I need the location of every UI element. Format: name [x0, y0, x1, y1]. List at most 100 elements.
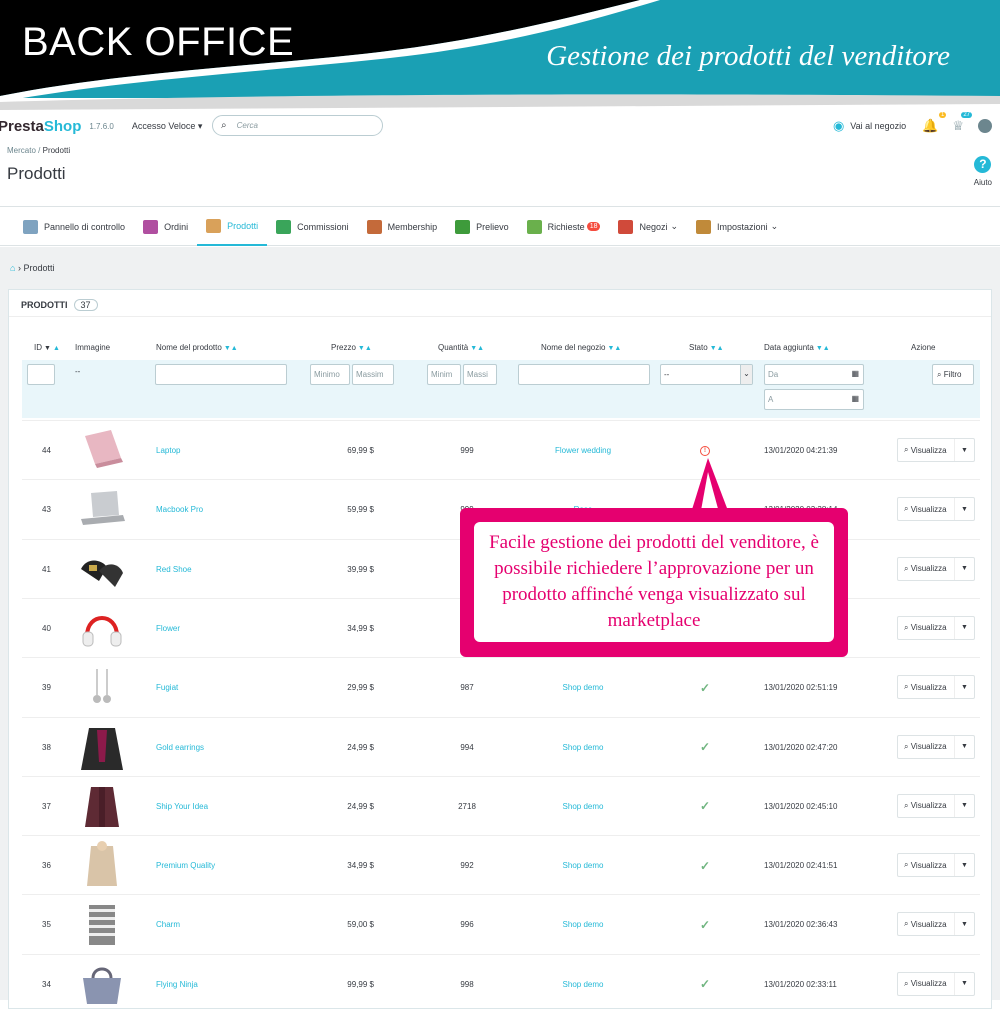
col-shop[interactable]: Nome del negozio ▼▲ [541, 343, 621, 352]
table-row[interactable]: 37 Ship Your Idea 24,99 $ 2718 Shop demo ✓ 13/… [22, 775, 980, 836]
product-name-link[interactable]: Flower [156, 599, 180, 658]
product-name-link[interactable]: Flying Ninja [156, 955, 198, 1014]
product-name-link[interactable]: Red Shoe [156, 540, 192, 599]
status-cell[interactable]: ✓ [690, 836, 720, 895]
col-id[interactable]: ID ▼ ▲ [34, 343, 60, 352]
caret-down-icon[interactable]: ▼ [954, 439, 974, 461]
caret-down-icon[interactable]: ▼ [954, 557, 974, 580]
nav-item-ordini[interactable]: Ordini [134, 207, 197, 246]
col-date[interactable]: Data aggiunta ▼▲ [764, 343, 830, 352]
col-quantity[interactable]: Quantità ▼▲ [438, 343, 484, 352]
col-status[interactable]: Stato ▼▲ [689, 343, 724, 352]
filter-date-from[interactable]: Da ▦ [764, 364, 864, 385]
shop-name-link[interactable]: Shop demo [522, 836, 644, 895]
filter-qty-max[interactable]: Massi [463, 364, 497, 385]
prestashop-logo[interactable]: PrestaShop [0, 118, 81, 135]
product-price: 34,99 $ [347, 623, 374, 633]
caret-down-icon[interactable]: ▼ [954, 913, 974, 936]
caret-down-icon[interactable]: ▼ [954, 794, 974, 817]
product-price: 39,99 $ [347, 564, 374, 574]
view-button[interactable]: ⌕ Visualizza ▼ [897, 853, 975, 878]
caret-down-icon[interactable]: ▼ [954, 735, 974, 758]
caret-down-icon[interactable]: ▼ [954, 854, 974, 877]
view-button[interactable]: ⌕ Visualizza ▼ [897, 793, 975, 818]
shop-name-link[interactable]: Shop demo [522, 895, 644, 954]
shop-name-link[interactable]: Shop demo [522, 658, 644, 717]
filter-name-input[interactable] [155, 364, 287, 385]
nav-item-commissioni[interactable]: Commissioni [267, 207, 358, 246]
check-icon [526, 219, 542, 234]
product-quantity: 987 [460, 683, 474, 693]
nav-item-impostazioni[interactable]: Impostazioni ⌄ [687, 207, 787, 246]
nav-item-pannello-di-controllo[interactable]: Pannello di controllo [14, 207, 134, 246]
breadcrumb: Mercato / Prodotti [7, 146, 70, 155]
help-button[interactable]: ? Aiuto [974, 156, 992, 187]
page-title: Prodotti [7, 164, 66, 183]
status-cell[interactable]: ✓ [690, 777, 720, 836]
product-name-link[interactable]: Ship Your Idea [156, 777, 208, 836]
breadcrumb-current: Prodotti [42, 146, 71, 155]
nav-item-negozi[interactable]: Negozi ⌄ [609, 207, 687, 246]
filter-price-min[interactable]: Minimo [310, 364, 350, 385]
status-cell[interactable]: ✓ [690, 895, 720, 954]
view-button[interactable]: ⌕ Visualizza ▼ [897, 912, 975, 937]
nav-item-prodotti[interactable]: Prodotti [197, 207, 268, 246]
shop-name-link[interactable]: Shop demo [522, 955, 644, 1014]
filter-button[interactable]: ⌕ Filtro [932, 364, 974, 385]
table-row[interactable]: 44 Laptop 69,99 $ 999 Flower wedding! 13/01/2… [22, 420, 980, 479]
row-id: 44 [42, 446, 51, 455]
caret-down-icon[interactable]: ▼ [954, 676, 974, 699]
product-name-link[interactable]: Laptop [156, 421, 180, 480]
quick-access-menu[interactable]: Accesso Veloce ▾ [132, 121, 203, 132]
home-icon[interactable]: ⌂ [10, 263, 15, 273]
caret-down-icon[interactable]: ▼ [954, 616, 974, 639]
callout-text: Facile gestione dei prodotti del vendito… [474, 522, 834, 642]
view-button[interactable]: ⌕ Visualizza ▼ [897, 497, 975, 522]
filter-status-select[interactable]: -- ⌄ [660, 364, 753, 385]
table-row[interactable]: 39 Fugiat 29,99 $ 987 Shop demo ✓ 13/01/2020 0… [22, 657, 980, 716]
filter-id-input[interactable] [27, 364, 55, 385]
nav-item-membership[interactable]: Membership [358, 207, 447, 246]
table-row[interactable]: 36 Premium Quality 34,99 $ 992 Shop demo ✓ 13/… [22, 835, 980, 894]
caret-down-icon[interactable]: ▼ [954, 972, 974, 995]
search-icon: ⌕ [904, 682, 909, 692]
table-row[interactable]: 38 Gold earrings 24,99 $ 994 Shop demo ✓ 13/01… [22, 716, 980, 777]
product-name-link[interactable]: Macbook Pro [156, 480, 203, 539]
filter-date-to[interactable]: A ▦ [764, 389, 864, 410]
product-name-link[interactable]: Fugiat [156, 658, 178, 717]
filter-qty-min[interactable]: Minim [427, 364, 461, 385]
status-cell[interactable]: ✓ [690, 718, 720, 777]
product-name-link[interactable]: Charm [156, 895, 180, 954]
bell-icon[interactable]: 🔔 1 [922, 112, 947, 134]
table-row[interactable]: 34 Flying Ninja 99,99 $ 998 Shop demo ✓ 13/01/… [22, 953, 980, 1014]
col-price[interactable]: Prezzo ▼▲ [331, 343, 372, 352]
view-button[interactable]: ⌕ Visualizza ▼ [897, 734, 975, 759]
nav-item-richieste[interactable]: Richieste 18 [518, 207, 610, 246]
status-cell[interactable]: ✓ [690, 955, 720, 1014]
filter-shop-input[interactable] [518, 364, 650, 385]
view-button[interactable]: ⌕ Visualizza ▼ [897, 556, 975, 581]
trophy-icon[interactable]: ♕ 27 [952, 112, 972, 134]
table-row[interactable]: 35 Charm 59,00 $ 996 Shop demo ✓ 13/01/2020 02… [22, 894, 980, 953]
nav-label: Commissioni [297, 221, 349, 232]
view-button[interactable]: ⌕ Visualizza ▼ [897, 971, 975, 996]
user-avatar[interactable] [978, 119, 992, 133]
breadcrumb-parent[interactable]: Mercato [7, 146, 36, 155]
filter-price-max[interactable]: Massim [352, 364, 394, 385]
search-input[interactable]: ⌕ Cerca [212, 115, 383, 136]
col-name[interactable]: Nome del prodotto ▼▲ [156, 343, 238, 352]
date-added: 13/01/2020 02:47:20 [764, 742, 838, 752]
date-added: 13/01/2020 02:33:11 [764, 979, 837, 989]
shop-name-link[interactable]: Flower wedding [522, 421, 644, 480]
view-button[interactable]: ⌕ Visualizza ▼ [897, 438, 975, 462]
view-button[interactable]: ⌕ Visualizza ▼ [897, 615, 975, 640]
shop-name-link[interactable]: Shop demo [522, 718, 644, 777]
status-cell[interactable]: ✓ [690, 658, 720, 717]
caret-down-icon[interactable]: ▼ [954, 498, 974, 521]
view-button[interactable]: ⌕ Visualizza ▼ [897, 675, 975, 700]
product-name-link[interactable]: Premium Quality [156, 836, 215, 895]
shop-name-link[interactable]: Shop demo [522, 777, 644, 836]
nav-item-prelievo[interactable]: Prelievo [446, 207, 518, 246]
product-name-link[interactable]: Gold earrings [156, 718, 204, 777]
view-shop-link[interactable]: Vai al negozio [850, 121, 906, 131]
